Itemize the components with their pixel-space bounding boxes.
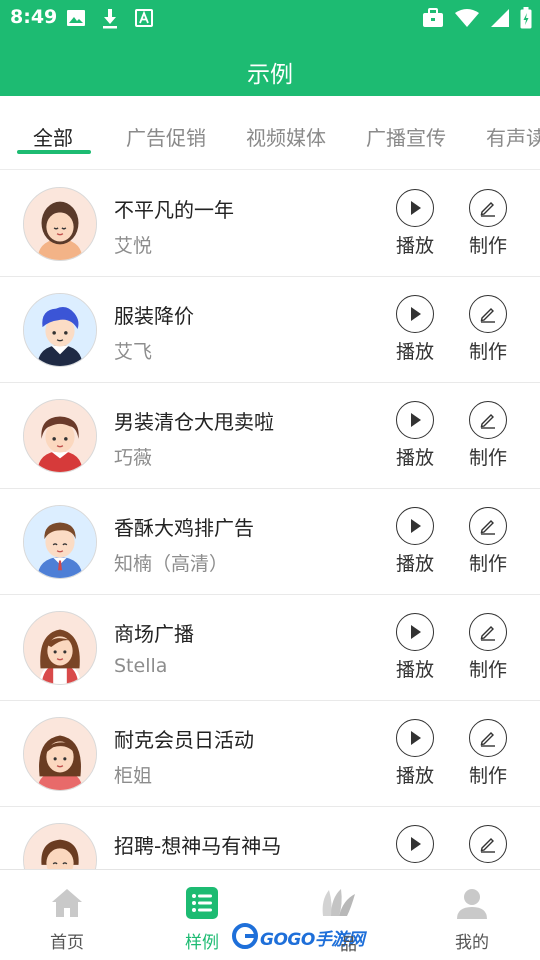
make-label: 制作 (468, 553, 507, 575)
make-label: 制作 (468, 235, 507, 257)
watermark-icon (232, 923, 258, 949)
list-item[interactable]: 耐克会员日活动 柜姐 播放 制作 (0, 701, 540, 807)
edit-icon (480, 308, 495, 323)
watermark-logo: GOGO手游网 (232, 922, 365, 950)
home-icon (52, 889, 82, 917)
play-button[interactable]: 播放 (390, 189, 440, 258)
avatar-boy-blue-hair (23, 293, 97, 367)
avatar-woman-brown-hair (23, 611, 97, 685)
item-voice: 知楠（高清） (114, 553, 229, 575)
make-label: 制作 (468, 659, 507, 681)
works-icon (322, 889, 355, 916)
nav-profile[interactable]: 我的 (427, 884, 517, 953)
item-voice: 艾飞 (114, 341, 153, 363)
make-label: 制作 (468, 447, 507, 469)
edit-icon (480, 202, 495, 217)
avatar-girl-bangs (23, 187, 97, 261)
tab-ad-promotion[interactable]: 广告促销 (126, 122, 206, 151)
edit-icon (480, 838, 495, 853)
item-title: 服装降价 (114, 304, 194, 328)
play-button[interactable]: 播放 (390, 825, 440, 869)
tab-audiobook[interactable]: 有声读 (486, 122, 540, 151)
tab-broadcast[interactable]: 广播宣传 (366, 122, 446, 151)
app-bar: 示例 (0, 40, 540, 96)
item-title: 香酥大鸡排广告 (114, 516, 254, 540)
play-button[interactable]: 播放 (390, 613, 440, 682)
edit-icon (480, 732, 495, 747)
tab-video-media[interactable]: 视频媒体 (246, 122, 326, 151)
edit-icon (480, 520, 495, 535)
item-voice: 艾悦 (114, 235, 153, 257)
status-time: 8:49 (10, 6, 58, 28)
item-title: 男装清仓大甩卖啦 (114, 410, 274, 434)
tab-indicator (17, 150, 91, 154)
play-button[interactable]: 播放 (390, 295, 440, 364)
avatar-girl-red (23, 399, 97, 473)
list-item[interactable]: 服装降价 艾飞 播放 制作 (0, 277, 540, 383)
status-bar: 8:49 (0, 0, 540, 40)
edit-icon (480, 626, 495, 641)
make-button[interactable]: 制作 (463, 295, 513, 364)
item-voice: 柜姐 (114, 765, 153, 787)
tab-all[interactable]: 全部 (33, 122, 73, 151)
briefcase-icon (423, 8, 443, 27)
play-label: 播放 (395, 447, 434, 469)
avatar-woman-pink (23, 717, 97, 791)
play-icon (411, 731, 421, 745)
nav-home-label: 首页 (50, 933, 84, 953)
play-label: 播放 (395, 235, 434, 257)
make-button[interactable]: 制作 (463, 613, 513, 682)
list-item[interactable]: 商场广播 Stella 播放 制作 (0, 595, 540, 701)
play-button[interactable]: 播放 (390, 507, 440, 576)
image-icon (67, 10, 85, 26)
page-title: 示例 (247, 62, 293, 88)
avatar-boy-suit (23, 505, 97, 579)
play-icon (411, 413, 421, 427)
make-button[interactable]: 制作 (463, 401, 513, 470)
play-label: 播放 (395, 553, 434, 575)
make-button[interactable]: 制作 (463, 189, 513, 258)
list-icon (186, 887, 218, 919)
play-label: 播放 (395, 659, 434, 681)
item-voice: 巧薇 (114, 447, 153, 469)
play-icon (411, 201, 421, 215)
item-title: 招聘-想神马有神马 (114, 834, 282, 858)
play-icon (411, 837, 421, 851)
download-icon (103, 9, 117, 29)
play-icon (411, 307, 421, 321)
bottom-nav: 首页 样例 我的 GOGO手游网 品 (0, 869, 540, 960)
item-title: 耐克会员日活动 (114, 728, 254, 752)
play-label: 播放 (395, 765, 434, 787)
profile-icon (457, 889, 487, 919)
battery-icon (520, 7, 532, 29)
nav-home[interactable]: 首页 (22, 884, 112, 953)
avatar-girl-smile (23, 823, 97, 869)
nav-works[interactable] (293, 884, 383, 922)
item-voice: Stella (114, 655, 168, 677)
list-item[interactable]: 不平凡的一年 艾悦 播放 制作 (0, 171, 540, 277)
list-item[interactable]: 男装清仓大甩卖啦 巧薇 播放 制作 (0, 383, 540, 489)
play-button[interactable]: 播放 (390, 401, 440, 470)
signal-icon (491, 9, 509, 27)
play-icon (411, 625, 421, 639)
item-title: 不平凡的一年 (114, 198, 234, 222)
edit-icon (480, 414, 495, 429)
font-icon (135, 9, 153, 27)
make-label: 制作 (468, 341, 507, 363)
nav-profile-label: 我的 (455, 933, 489, 953)
make-button[interactable]: 制作 (463, 719, 513, 788)
make-label: 制作 (468, 765, 507, 787)
play-icon (411, 519, 421, 533)
make-button[interactable]: 制作 (463, 825, 513, 869)
sample-list[interactable]: 不平凡的一年 艾悦 播放 制作 服装降价 艾飞 播放 制作 男装清仓大甩卖啦 巧… (0, 171, 540, 869)
list-item[interactable]: 招聘-想神马有神马 播放 制作 (0, 807, 540, 869)
play-label: 播放 (395, 341, 434, 363)
item-title: 商场广播 (114, 622, 194, 646)
nav-works-label: 品 (340, 935, 357, 955)
category-tabs: 全部 广告促销 视频媒体 广播宣传 有声读 (0, 96, 540, 170)
list-item[interactable]: 香酥大鸡排广告 知楠（高清） 播放 制作 (0, 489, 540, 595)
play-button[interactable]: 播放 (390, 719, 440, 788)
wifi-icon (455, 9, 479, 27)
make-button[interactable]: 制作 (463, 507, 513, 576)
